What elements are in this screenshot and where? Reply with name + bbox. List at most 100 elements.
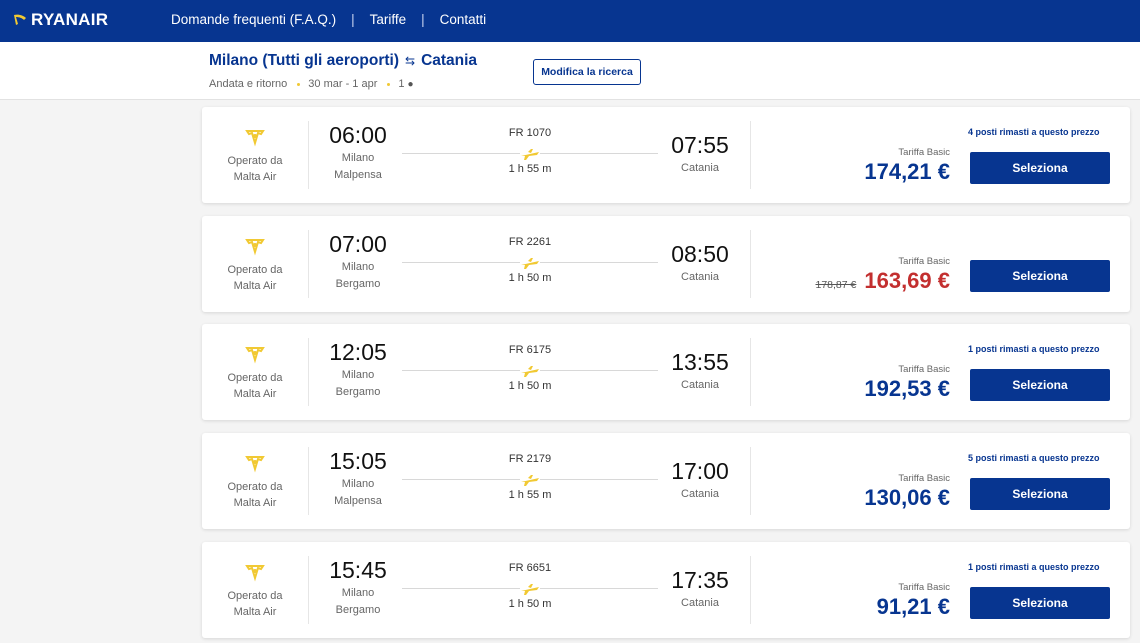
nav-link-faq[interactable]: Domande frequenti (F.A.Q.)	[171, 12, 336, 27]
divider	[750, 338, 751, 406]
flight-card: Operato da Malta Air 15:05 Milano Malpensa FR…	[202, 433, 1130, 529]
operator-name: Malta Air	[233, 606, 277, 618]
operator-block: Operato da Malta Air	[202, 216, 308, 312]
divider	[308, 447, 309, 515]
flight-path	[402, 256, 658, 270]
fare-type: Tariffa Basic	[898, 582, 950, 593]
original-price: 178,87 €	[815, 279, 857, 291]
operated-by-label: Operato da	[227, 155, 283, 167]
operator-block: Operato da Malta Air	[202, 324, 308, 420]
price-row: 174,21 €	[864, 159, 950, 185]
modify-search-button[interactable]: Modifica la ricerca	[533, 59, 641, 85]
flight-number: FR 1070	[508, 127, 552, 139]
divider	[750, 230, 751, 298]
meta-dot	[387, 82, 391, 86]
price-row: 192,53 €	[864, 376, 950, 402]
departure-city: Milano	[341, 152, 375, 164]
flight-card: Operato da Malta Air 06:00 Milano Malpensa FR…	[202, 107, 1130, 203]
flight-number: FR 2261	[508, 236, 552, 248]
price-block: Tariffa Basic 91,21 €	[877, 582, 950, 620]
departure-block: 15:45 Milano Bergamo	[320, 556, 396, 618]
select-flight-button[interactable]: Seleziona	[970, 369, 1110, 401]
operated-by-label: Operato da	[227, 264, 283, 276]
fare-type: Tariffa Basic	[898, 147, 950, 158]
arrival-city: Catania	[681, 597, 719, 609]
flight-duration: 1 h 50 m	[508, 598, 552, 610]
brand-name: RYANAIR	[31, 10, 109, 29]
price-row: 178,87 € 163,69 €	[815, 268, 950, 294]
flight-path	[402, 473, 658, 487]
departure-time: 06:00	[329, 122, 387, 148]
divider	[308, 556, 309, 624]
seats-left-badge: 4 posti rimasti a questo prezzo	[968, 127, 1100, 137]
flight-price: 91,21 €	[876, 594, 950, 619]
flight-info: FR 1070 1 h 55 m	[402, 127, 658, 175]
top-navbar: RYANAIR Domande frequenti (F.A.Q.) | Tar…	[0, 0, 1140, 42]
departure-time: 07:00	[329, 231, 387, 257]
flight-duration: 1 h 50 m	[508, 380, 552, 392]
arrival-city: Catania	[681, 488, 719, 500]
departure-time: 15:05	[329, 448, 387, 474]
departure-block: 12:05 Milano Bergamo	[320, 338, 396, 400]
malta-air-logo-icon	[245, 347, 265, 364]
select-flight-button[interactable]: Seleziona	[970, 260, 1110, 292]
price-block: Tariffa Basic 192,53 €	[864, 364, 950, 402]
arrival-time: 17:00	[671, 458, 729, 484]
flight-number: FR 2179	[508, 453, 552, 465]
plane-icon	[520, 147, 540, 161]
departure-time: 15:45	[329, 557, 387, 583]
meta-dot	[297, 82, 301, 86]
flight-card: Operato da Malta Air 12:05 Milano Bergamo FR …	[202, 324, 1130, 420]
flight-price: 174,21 €	[864, 159, 950, 184]
price-row: 91,21 €	[877, 594, 950, 620]
ryanair-logo[interactable]: RYANAIR	[12, 10, 108, 30]
operated-by-label: Operato da	[227, 372, 283, 384]
arrival-city: Catania	[681, 379, 719, 391]
select-flight-button[interactable]: Seleziona	[970, 152, 1110, 184]
operator-text: Operato da Malta Air	[202, 262, 308, 294]
flight-path	[402, 364, 658, 378]
fare-type: Tariffa Basic	[898, 364, 950, 375]
operated-by-label: Operato da	[227, 590, 283, 602]
fare-type: Tariffa Basic	[898, 256, 950, 267]
malta-air-logo-icon	[245, 130, 265, 147]
arrival-block: 13:55 Catania	[662, 348, 738, 393]
flight-path	[402, 582, 658, 596]
departure-airport: Bergamo	[335, 278, 381, 290]
operator-name: Malta Air	[233, 497, 277, 509]
route-arrows-icon: ⇆	[405, 54, 416, 68]
departure-city: Milano	[341, 478, 375, 490]
arrival-time: 08:50	[671, 241, 729, 267]
passenger-count: 1	[398, 78, 405, 90]
operator-text: Operato da Malta Air	[202, 370, 308, 402]
harp-icon	[14, 14, 26, 25]
nav-separator: |	[351, 12, 355, 27]
divider	[750, 447, 751, 515]
flight-duration: 1 h 55 m	[508, 163, 552, 175]
origin-label: Milano (Tutti gli aeroporti)	[209, 52, 399, 69]
flight-price: 130,06 €	[864, 485, 950, 510]
divider	[750, 121, 751, 189]
flight-duration: 1 h 50 m	[508, 272, 552, 284]
price-block: Tariffa Basic 178,87 € 163,69 €	[815, 256, 950, 294]
divider	[750, 556, 751, 624]
malta-air-logo-icon	[245, 239, 265, 256]
operator-block: Operato da Malta Air	[202, 433, 308, 529]
flight-number: FR 6175	[508, 344, 552, 356]
arrival-city: Catania	[681, 162, 719, 174]
seats-left-badge: 5 posti rimasti a questo prezzo	[968, 453, 1100, 463]
passenger-icon: ●	[407, 78, 414, 90]
select-flight-button[interactable]: Seleziona	[970, 587, 1110, 619]
operator-text: Operato da Malta Air	[202, 588, 308, 620]
nav-separator: |	[421, 12, 425, 27]
seats-left-badge: 1 posti rimasti a questo prezzo	[968, 562, 1100, 572]
flight-path	[402, 147, 658, 161]
operator-name: Malta Air	[233, 388, 277, 400]
select-flight-button[interactable]: Seleziona	[970, 478, 1110, 510]
operator-text: Operato da Malta Air	[202, 479, 308, 511]
departure-airport: Bergamo	[335, 386, 381, 398]
departure-city: Milano	[341, 369, 375, 381]
nav-link-contacts[interactable]: Contatti	[440, 12, 487, 27]
nav-link-fares[interactable]: Tariffe	[370, 12, 407, 27]
plane-icon	[520, 473, 540, 487]
